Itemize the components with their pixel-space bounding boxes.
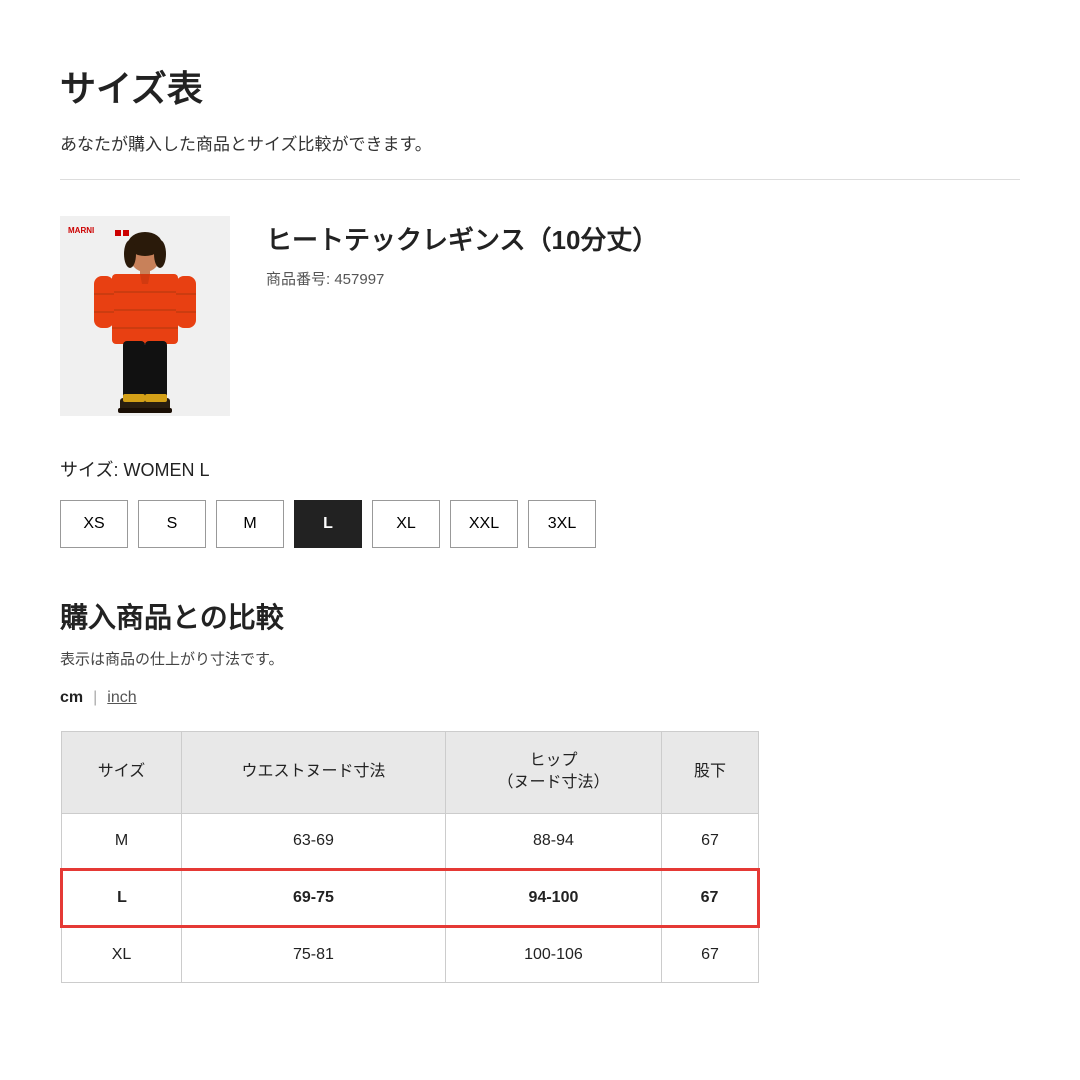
- product-image: MARNI: [60, 216, 230, 416]
- size-button-3xl[interactable]: 3XL: [528, 500, 596, 548]
- size-button-s[interactable]: S: [138, 500, 206, 548]
- col-header-waist: ウエストヌード寸法: [182, 732, 446, 814]
- unit-cm[interactable]: cm: [60, 689, 83, 707]
- cell-inseam-xl: 67: [662, 926, 759, 982]
- page-title: サイズ表: [60, 60, 1020, 112]
- size-button-xxl[interactable]: XXL: [450, 500, 518, 548]
- cell-waist-m: 63-69: [182, 813, 446, 869]
- size-button-xl[interactable]: XL: [372, 500, 440, 548]
- section-divider: [60, 179, 1020, 180]
- table-row-highlighted: L 69-75 94-100 67: [62, 869, 759, 926]
- cell-waist-xl: 75-81: [182, 926, 446, 982]
- unit-divider: |: [93, 689, 97, 707]
- product-info: ヒートテックレギンス（10分丈） 商品番号: 457997: [266, 216, 658, 289]
- size-button-xs[interactable]: XS: [60, 500, 128, 548]
- size-button-l[interactable]: L: [294, 500, 362, 548]
- size-buttons-container: XS S M L XL XXL 3XL: [60, 500, 1020, 548]
- table-row: M 63-69 88-94 67: [62, 813, 759, 869]
- page-subtitle: あなたが購入した商品とサイズ比較ができます。: [60, 130, 1020, 155]
- product-number: 商品番号: 457997: [266, 268, 658, 289]
- cell-hip-xl: 100-106: [445, 926, 661, 982]
- unit-inch[interactable]: inch: [107, 689, 136, 707]
- product-section: MARNI: [60, 216, 1020, 416]
- cell-size-xl: XL: [62, 926, 182, 982]
- cell-waist-l: 69-75: [182, 869, 446, 926]
- size-table: サイズ ウエストヌード寸法 ヒップ（ヌード寸法） 股下 M 63-69 88-9…: [60, 731, 760, 983]
- size-button-m[interactable]: M: [216, 500, 284, 548]
- cell-hip-m: 88-94: [445, 813, 661, 869]
- comparison-note: 表示は商品の仕上がり寸法です。: [60, 648, 1020, 669]
- table-row: XL 75-81 100-106 67: [62, 926, 759, 982]
- cell-inseam-l: 67: [662, 869, 759, 926]
- product-illustration: MARNI: [60, 216, 230, 416]
- cell-hip-l: 94-100: [445, 869, 661, 926]
- cell-size-l: L: [62, 869, 182, 926]
- cell-size-m: M: [62, 813, 182, 869]
- col-header-size: サイズ: [62, 732, 182, 814]
- col-header-inseam: 股下: [662, 732, 759, 814]
- cell-inseam-m: 67: [662, 813, 759, 869]
- unit-toggle: cm | inch: [60, 689, 1020, 707]
- svg-text:MARNI: MARNI: [68, 226, 94, 235]
- col-header-hip: ヒップ（ヌード寸法）: [445, 732, 661, 814]
- product-name: ヒートテックレギンス（10分丈）: [266, 224, 658, 258]
- table-header-row: サイズ ウエストヌード寸法 ヒップ（ヌード寸法） 股下: [62, 732, 759, 814]
- comparison-title: 購入商品との比較: [60, 596, 1020, 636]
- size-label: サイズ: WOMEN L: [60, 456, 1020, 482]
